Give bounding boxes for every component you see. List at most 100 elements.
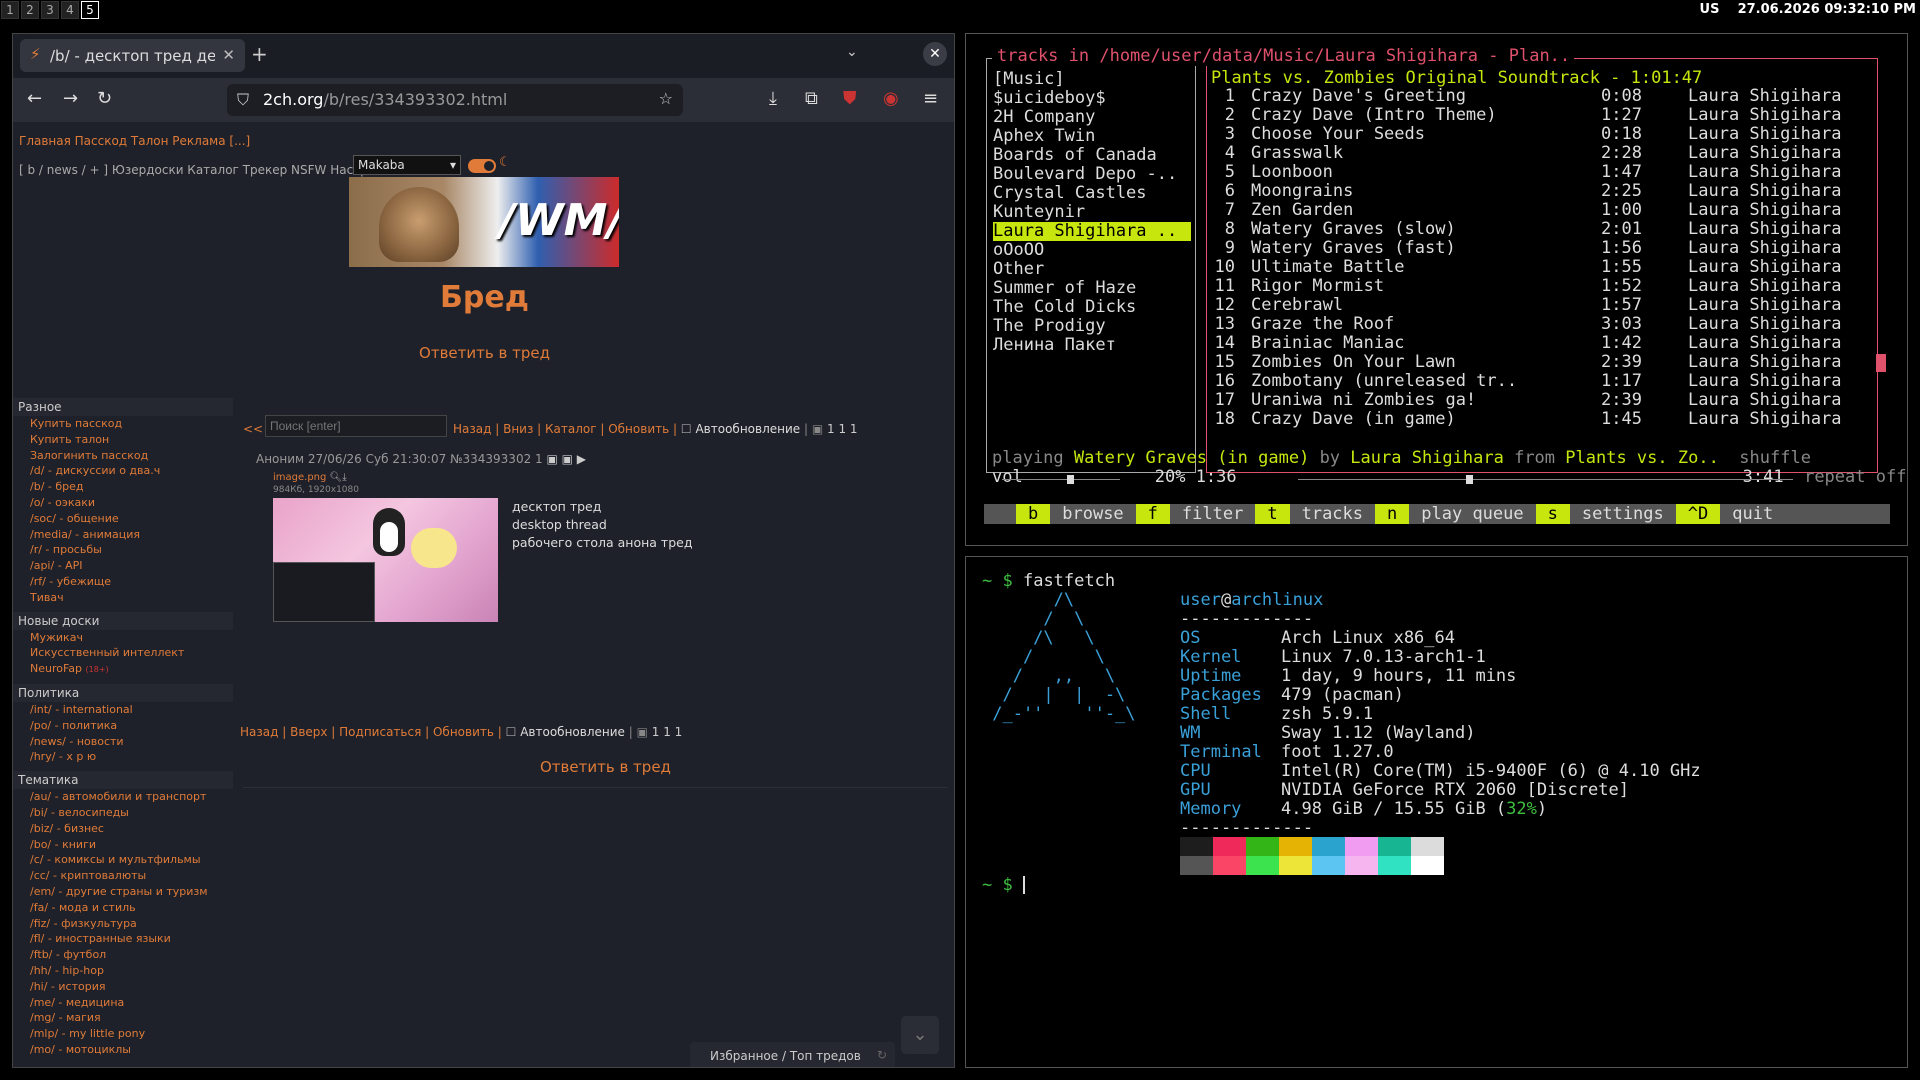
- sidebar-item[interactable]: Залогинить пасскод: [13, 448, 233, 464]
- reply-thread-link-bottom[interactable]: Ответить в тред: [540, 758, 671, 776]
- sidebar-item[interactable]: /hry/ - х р ю: [13, 749, 233, 765]
- track-row[interactable]: 2 Crazy Dave (Intro Theme) 1:27 Laura Shigi…: [1211, 106, 1871, 125]
- progress-knob[interactable]: [1466, 475, 1474, 484]
- key-hint-key[interactable]: t: [1255, 504, 1290, 524]
- track-row[interactable]: 5 Loonboon 1:47 Laura Shigihara: [1211, 163, 1871, 182]
- file-name-link[interactable]: image.png 🔍︎⤓: [273, 472, 347, 483]
- bookmark-star-icon[interactable]: ☆: [659, 89, 673, 108]
- track-row[interactable]: 17 Uraniwa ni Zombies ga! 2:39 Laura Shigih…: [1211, 391, 1871, 410]
- track-row[interactable]: 18 Crazy Dave (in game) 1:45 Laura Shigihar…: [1211, 410, 1871, 429]
- shield-icon[interactable]: ⛉: [237, 90, 249, 110]
- directory-item[interactable]: Aphex Twin: [993, 127, 1191, 146]
- sidebar-item[interactable]: Тивач: [13, 590, 233, 606]
- key-hint-label[interactable]: filter: [1170, 504, 1255, 524]
- file-search-icon[interactable]: 🔍︎⤓: [330, 472, 347, 483]
- favorites-bar[interactable]: Избранное / Топ тредов ↻: [690, 1042, 895, 1067]
- key-hint-key[interactable]: f: [1135, 504, 1170, 524]
- sidebar-item[interactable]: /po/ - политика: [13, 718, 233, 734]
- volume-knob[interactable]: [1066, 475, 1074, 484]
- forward-arrow-icon[interactable]: →: [63, 88, 78, 109]
- directory-item[interactable]: oOoOO: [993, 241, 1191, 260]
- key-hint-key[interactable]: s: [1535, 504, 1570, 524]
- key-hint-label[interactable]: play queue: [1409, 504, 1535, 524]
- sidebar-item[interactable]: /hi/ - история: [13, 979, 233, 995]
- sidebar-item[interactable]: NeuroFap (18+): [13, 661, 233, 678]
- track-row[interactable]: 9 Watery Graves (fast) 1:56 Laura Shigihara: [1211, 239, 1871, 258]
- sidebar-item[interactable]: /fl/ - иностранные языки: [13, 931, 233, 947]
- site-top-nav[interactable]: Главная Пасскод Талон Реклама [...]: [19, 134, 250, 148]
- theme-toggle[interactable]: [468, 159, 496, 173]
- workspace-button[interactable]: 4: [61, 1, 79, 19]
- thread-nav-links[interactable]: Назад | Вниз | Каталог | Обновить |: [453, 422, 677, 436]
- board-nav[interactable]: [ b / news / + ] Юзердоски Каталог Треке…: [19, 163, 398, 177]
- key-hint-key[interactable]: n: [1375, 504, 1410, 524]
- sidebar-item[interactable]: /soc/ - общение: [13, 511, 233, 527]
- board-banner[interactable]: /WM/: [349, 177, 619, 267]
- track-row[interactable]: 13 Graze the Roof 3:03 Laura Shigihara: [1211, 315, 1871, 334]
- post-thumbnail[interactable]: [273, 498, 498, 622]
- track-row[interactable]: 11 Rigor Mormist 1:52 Laura Shigihara: [1211, 277, 1871, 296]
- sidebar-item[interactable]: /biz/ - бизнес: [13, 821, 233, 837]
- workspace-button[interactable]: 2: [21, 1, 39, 19]
- directory-item[interactable]: The Cold Dicks: [993, 298, 1191, 317]
- sidebar-item[interactable]: /b/ - бред: [13, 479, 233, 495]
- tab-close-icon[interactable]: ✕: [222, 46, 235, 64]
- directory-item[interactable]: Ленина Пакет: [993, 336, 1191, 355]
- autoupdate-checkbox-bottom[interactable]: ☐: [506, 725, 517, 739]
- key-hint-label[interactable]: browse: [1050, 504, 1135, 524]
- track-row[interactable]: 16 Zombotany (unreleased tr.. 1:17 Laura Sh…: [1211, 372, 1871, 391]
- sidebar-item[interactable]: /d/ - дискуссии о два.ч: [13, 463, 233, 479]
- sidebar-item[interactable]: /bi/ - велосипеды: [13, 805, 233, 821]
- scroll-down-button[interactable]: ⌄: [901, 1016, 939, 1054]
- track-row[interactable]: 14 Brainiac Maniac 1:42 Laura Shigihara: [1211, 334, 1871, 353]
- sidebar-item[interactable]: /news/ - новости: [13, 734, 233, 750]
- track-row[interactable]: 1 Crazy Dave's Greeting 0:08 Laura Shigihar…: [1211, 87, 1871, 106]
- sidebar-item[interactable]: /c/ - комиксы и мультфильмы: [13, 852, 233, 868]
- url-bar[interactable]: ⛉ 2ch.org/b/res/334393302.html ☆: [227, 84, 683, 116]
- directory-item[interactable]: The Prodigy: [993, 317, 1191, 336]
- sidebar-item[interactable]: /cc/ - криптовалюты: [13, 868, 233, 884]
- refresh-icon[interactable]: ↻: [877, 1048, 887, 1062]
- track-row[interactable]: 3 Choose Your Seeds 0:18 Laura Shigihara: [1211, 125, 1871, 144]
- sidebar-item[interactable]: /mlp/ - my little pony: [13, 1026, 233, 1042]
- workspace-button[interactable]: 5: [81, 1, 99, 19]
- track-row[interactable]: 12 Cerebrawl 1:57 Laura Shigihara: [1211, 296, 1871, 315]
- sidebar-item[interactable]: /api/ - API: [13, 558, 233, 574]
- sidebar-item[interactable]: /fa/ - мода и стиль: [13, 900, 233, 916]
- reload-icon[interactable]: ↻: [97, 88, 112, 109]
- tab-list-chevron-icon[interactable]: ⌄: [846, 44, 858, 60]
- style-select[interactable]: Makaba ▾: [353, 155, 461, 175]
- key-hint-label[interactable]: quit: [1720, 504, 1785, 524]
- extensions-icon[interactable]: ⧉: [805, 88, 818, 109]
- sidebar-item[interactable]: /hh/ - hip-hop: [13, 963, 233, 979]
- sidebar-item[interactable]: Купить пасскод: [13, 416, 233, 432]
- file-name[interactable]: image.png: [273, 472, 326, 483]
- directory-item[interactable]: [Music]: [993, 70, 1191, 89]
- directory-item[interactable]: Boulevard Depo -..: [993, 165, 1191, 184]
- sidebar-item[interactable]: /mo/ - мотоциклы: [13, 1042, 233, 1058]
- track-row[interactable]: 7 Zen Garden 1:00 Laura Shigihara: [1211, 201, 1871, 220]
- directory-item[interactable]: Crystal Castles: [993, 184, 1191, 203]
- tab-active[interactable]: ⚡ /b/ - десктоп тред десктоп ✕: [20, 39, 245, 72]
- key-hint-key[interactable]: ^D: [1675, 504, 1721, 524]
- sidebar-item[interactable]: /bo/ - книги: [13, 837, 233, 853]
- sidebar-item[interactable]: /me/ - медицина: [13, 995, 233, 1011]
- key-hint-label[interactable]: tracks: [1290, 504, 1375, 524]
- sidebar-item[interactable]: /au/ - автомобили и транспорт: [13, 789, 233, 805]
- directory-item[interactable]: Kunteynir: [993, 203, 1191, 222]
- workspace-button[interactable]: 1: [1, 1, 19, 19]
- sidebar-item[interactable]: /rf/ - убежище: [13, 574, 233, 590]
- sidebar-item[interactable]: Мужикач: [13, 630, 233, 646]
- sidebar-item[interactable]: Искусственный интеллект: [13, 645, 233, 661]
- track-row[interactable]: 6 Moongrains 2:25 Laura Shigihara: [1211, 182, 1871, 201]
- directory-item[interactable]: Boards of Canada: [993, 146, 1191, 165]
- key-hint-label[interactable]: settings: [1570, 504, 1676, 524]
- menu-hamburger-icon[interactable]: ≡: [923, 88, 938, 109]
- ublock-icon[interactable]: ⛊: [843, 88, 857, 109]
- sidebar-item[interactable]: Купить талон: [13, 432, 233, 448]
- sidebar-item[interactable]: /mg/ - магия: [13, 1010, 233, 1026]
- search-input[interactable]: [265, 415, 447, 437]
- directory-item[interactable]: 2H Company: [993, 108, 1191, 127]
- sidebar-item[interactable]: /media/ - анимация: [13, 527, 233, 543]
- back-link[interactable]: <<: [243, 422, 263, 436]
